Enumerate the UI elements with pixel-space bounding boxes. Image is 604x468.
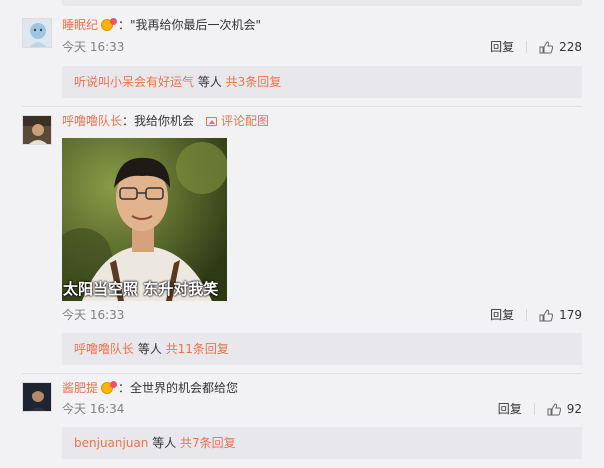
comment-list: 睡眠纪 ： "我再给你最后一次机会" 今天 16:33 回复 228 听说叫小呆… (0, 0, 604, 468)
reply-button[interactable]: 回复 (490, 307, 514, 323)
colon: ： (118, 381, 131, 395)
like-button[interactable]: 92 (547, 401, 582, 417)
replies-summary[interactable]: 呼噜噜队长 等人 共11条回复 (62, 333, 582, 365)
timestamp: 今天 16:33 (62, 308, 125, 322)
reply-count-link[interactable]: 共11条回复 (166, 342, 229, 356)
username[interactable]: 酱肥提 (62, 380, 98, 396)
replies-summary[interactable]: 听说叫小呆会有好运气 等人 共3条回复 (62, 66, 582, 98)
vip-badge-icon (101, 18, 118, 32)
avatar[interactable] (22, 382, 52, 412)
thumbs-up-icon (539, 40, 554, 53)
comment-actions: 回复 179 (490, 307, 582, 323)
vip-badge-icon (101, 381, 118, 395)
comment-actions: 回复 228 (490, 39, 582, 55)
like-count: 228 (559, 40, 582, 54)
like-count: 92 (566, 402, 582, 416)
username[interactable]: 呼噜噜队长 (62, 113, 122, 129)
picture-icon (206, 116, 218, 126)
reply-button[interactable]: 回复 (498, 401, 522, 417)
comment-meta: 今天 16:33 回复 179 (62, 307, 582, 323)
reply-suffix: 等人 (134, 342, 166, 356)
like-button[interactable]: 228 (539, 39, 582, 55)
image-caption: 太阳当空照 东升对我笑 (63, 280, 219, 298)
avatar[interactable] (22, 115, 52, 145)
comment-picture-link[interactable]: 评论配图 (206, 113, 269, 129)
thumbs-up-icon (547, 402, 561, 415)
divider (22, 106, 582, 107)
comment-image[interactable]: 太阳当空照 东升对我笑 (62, 138, 227, 301)
previous-reply-box-edge (62, 0, 582, 6)
reply-user[interactable]: benjuanjuan (74, 436, 148, 450)
colon: ： (122, 114, 135, 128)
reply-user[interactable]: 听说叫小呆会有好运气 (74, 75, 194, 89)
timestamp: 今天 16:34 (62, 402, 125, 416)
comment-actions: 回复 92 (498, 401, 582, 417)
divider (526, 309, 528, 321)
like-button[interactable]: 179 (539, 307, 582, 323)
divider (22, 373, 582, 374)
comment-text: 全世界的机会都给您 (130, 381, 239, 395)
timestamp: 今天 16:33 (62, 40, 125, 54)
comment-header: 酱肥提 ： 全世界的机会都给您 (62, 380, 238, 396)
like-count: 179 (559, 308, 582, 322)
reply-button[interactable]: 回复 (490, 39, 514, 55)
reply-user[interactable]: 呼噜噜队长 (74, 342, 134, 356)
comment-header: 睡眠纪 ： "我再给你最后一次机会" (62, 17, 261, 33)
comment-text: 我给你机会 (134, 114, 195, 128)
thumbs-up-icon (539, 308, 554, 321)
comment-meta: 今天 16:33 回复 228 (62, 39, 582, 55)
avatar[interactable] (22, 18, 52, 48)
reply-suffix: 等人 (148, 436, 181, 450)
colon: ： (118, 18, 131, 32)
reply-count-link[interactable]: 共7条回复 (180, 436, 236, 450)
reply-count-link[interactable]: 共3条回复 (226, 75, 282, 89)
reply-suffix: 等人 (194, 75, 226, 89)
comment-text: "我再给你最后一次机会" (130, 18, 262, 32)
replies-summary[interactable]: benjuanjuan 等人 共7条回复 (62, 427, 582, 459)
comment-meta: 今天 16:34 回复 92 (62, 401, 582, 417)
divider (533, 403, 535, 415)
comment-header: 呼噜噜队长 ： 我给你机会 评论配图 (62, 113, 269, 129)
picture-link-label: 评论配图 (221, 114, 270, 128)
username[interactable]: 睡眠纪 (62, 17, 98, 33)
divider (526, 41, 528, 53)
